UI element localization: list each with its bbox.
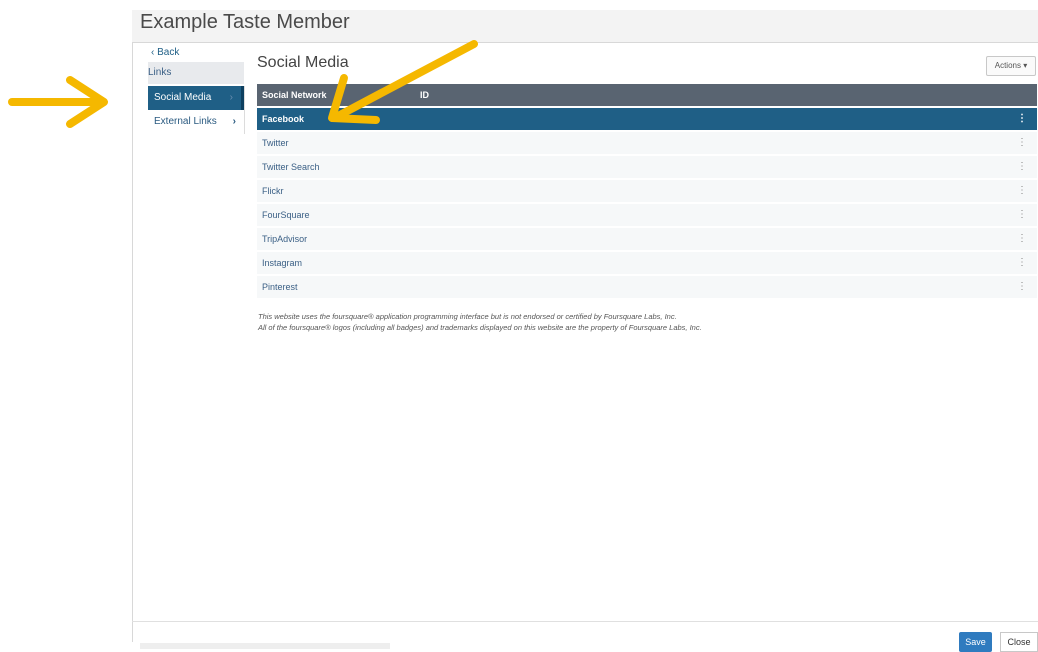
save-button[interactable]: Save — [959, 632, 992, 652]
table-row[interactable]: Pinterest ⋮ — [257, 274, 1037, 298]
back-link[interactable]: ‹ Back — [151, 47, 179, 58]
chevron-right-icon: › — [229, 92, 233, 103]
kebab-menu-icon[interactable]: ⋮ — [1017, 156, 1027, 178]
row-network-name[interactable]: FourSquare — [262, 204, 310, 226]
links-section-header: Links — [148, 62, 244, 84]
table-row[interactable]: Instagram ⋮ — [257, 250, 1037, 274]
row-network-name[interactable]: Pinterest — [262, 276, 298, 298]
kebab-menu-icon[interactable]: ⋮ — [1017, 108, 1027, 130]
row-network-name[interactable]: Facebook — [262, 108, 304, 130]
table-row[interactable]: TripAdvisor ⋮ — [257, 226, 1037, 250]
kebab-menu-icon[interactable]: ⋮ — [1017, 276, 1027, 298]
kebab-menu-icon[interactable]: ⋮ — [1017, 180, 1027, 202]
kebab-menu-icon[interactable]: ⋮ — [1017, 132, 1027, 154]
table-row[interactable]: Twitter Search ⋮ — [257, 154, 1037, 178]
row-network-name[interactable]: Flickr — [262, 180, 284, 202]
table-row[interactable]: Flickr ⋮ — [257, 178, 1037, 202]
table-row[interactable]: FourSquare ⋮ — [257, 202, 1037, 226]
sidebar-item-label: Social Media — [154, 92, 212, 103]
sidebar-item-label: External Links — [154, 116, 217, 127]
footer-divider — [132, 621, 1038, 622]
title-bar: Example Taste Member — [132, 10, 1038, 43]
chevron-right-icon: › — [232, 116, 236, 127]
row-network-name[interactable]: Twitter Search — [262, 156, 320, 178]
kebab-menu-icon[interactable]: ⋮ — [1017, 252, 1027, 274]
kebab-menu-icon[interactable]: ⋮ — [1017, 228, 1027, 250]
foursquare-disclaimer: This website uses the foursquare® applic… — [258, 311, 702, 333]
close-button[interactable]: Close — [1000, 632, 1038, 652]
disclaimer-line: This website uses the foursquare® applic… — [258, 312, 677, 321]
page-title: Example Taste Member — [140, 11, 350, 33]
arrow-right-icon — [8, 76, 108, 128]
status-strip — [140, 643, 390, 649]
table-row[interactable]: Twitter ⋮ — [257, 130, 1037, 154]
column-header-social-network[interactable]: Social Network — [262, 84, 327, 106]
kebab-menu-icon[interactable]: ⋮ — [1017, 204, 1027, 226]
disclaimer-line: All of the foursquare® logos (including … — [258, 323, 702, 332]
actions-button[interactable]: Actions ▾ — [986, 56, 1036, 76]
sidebar-item-social-media[interactable]: Social Media › — [148, 86, 244, 110]
links-section-label: Links — [148, 67, 172, 78]
sidebar-divider — [244, 86, 245, 134]
arrow-pointer-icon — [328, 40, 478, 124]
row-network-name[interactable]: Instagram — [262, 252, 302, 274]
sidebar-item-external-links[interactable]: External Links › — [148, 110, 244, 134]
row-network-name[interactable]: Twitter — [262, 132, 289, 154]
row-network-name[interactable]: TripAdvisor — [262, 228, 307, 250]
